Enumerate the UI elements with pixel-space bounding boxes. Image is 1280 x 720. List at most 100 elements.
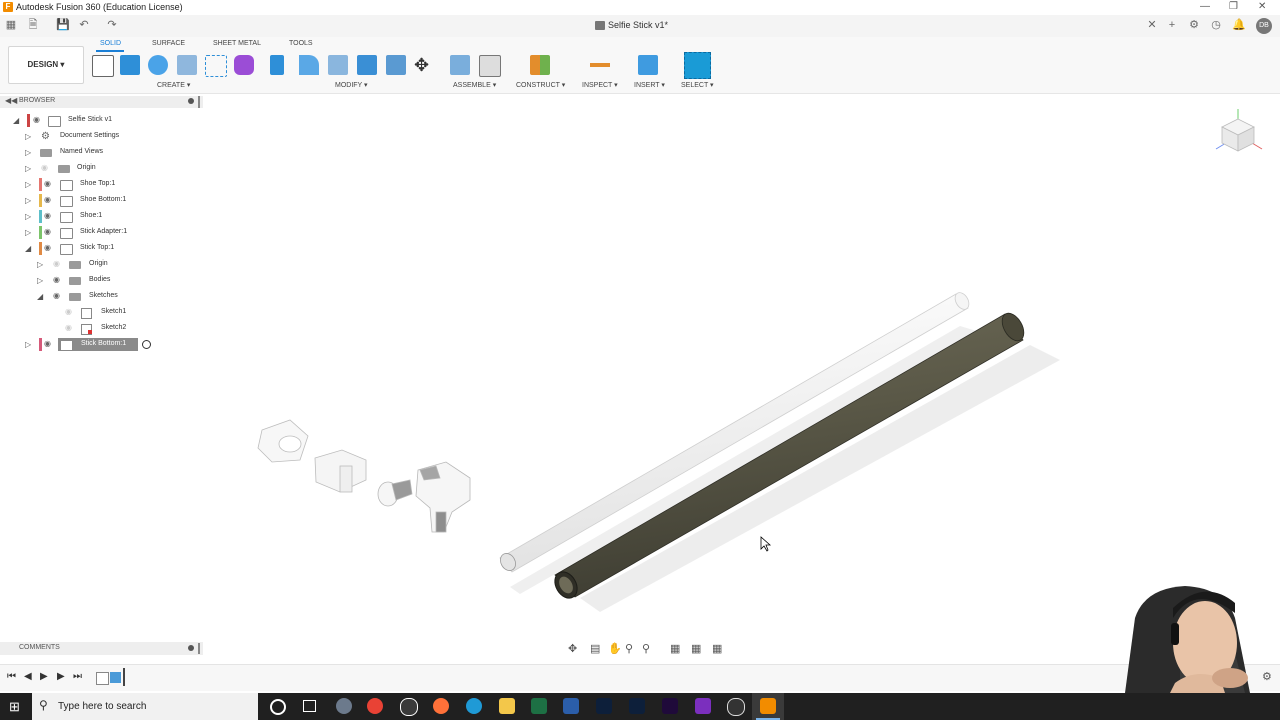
insert-image-icon[interactable] bbox=[638, 55, 658, 75]
streaming-app-icon[interactable] bbox=[695, 698, 711, 714]
expand-icon[interactable]: ▷ bbox=[25, 164, 31, 173]
task-view-icon[interactable] bbox=[303, 700, 316, 712]
hole-icon[interactable] bbox=[177, 55, 197, 75]
file-menu-icon[interactable]: 🗎 bbox=[27, 19, 39, 31]
create-menu[interactable]: CREATE ▾ bbox=[157, 81, 190, 89]
browser-item-stick-bottom[interactable]: ▷ ◉ Stick Bottom:1 bbox=[0, 337, 203, 353]
timeline-feature-extrude[interactable] bbox=[110, 672, 121, 683]
browser-item-shoe-bottom[interactable]: ▷ ◉ Shoe Bottom:1 bbox=[0, 193, 203, 209]
collapse-browser-icon[interactable]: ◀◀ bbox=[5, 96, 17, 105]
app-icon-1[interactable] bbox=[336, 698, 352, 714]
lightroom-classic-icon[interactable] bbox=[629, 698, 645, 714]
tab-solid[interactable]: SOLID bbox=[100, 40, 121, 47]
maps-icon[interactable] bbox=[400, 698, 418, 716]
browser-item-stick-adapter[interactable]: ▷ ◉ Stick Adapter:1 bbox=[0, 225, 203, 241]
shoe-part[interactable] bbox=[377, 479, 413, 507]
browser-item-origin-nested[interactable]: ▷ ◉ Origin bbox=[0, 257, 203, 273]
expand-icon[interactable]: ▷ bbox=[25, 132, 31, 141]
expand-icon[interactable]: ▷ bbox=[37, 276, 43, 285]
extrude-icon[interactable] bbox=[120, 55, 140, 75]
browser-item-sketch2[interactable]: ◉ Sketch2 bbox=[0, 321, 203, 337]
close-tab-icon[interactable]: ✕ bbox=[1146, 19, 1158, 31]
visibility-eye-icon[interactable]: ◉ bbox=[44, 212, 54, 220]
app-grid-icon[interactable]: ▦ bbox=[5, 19, 17, 31]
visibility-eye-icon[interactable]: ◉ bbox=[44, 340, 54, 348]
cortana-icon[interactable] bbox=[270, 699, 286, 715]
close-window-button[interactable]: ✕ bbox=[1258, 1, 1266, 12]
model-canvas[interactable] bbox=[205, 94, 1280, 639]
go-to-start-icon[interactable]: ⏮ bbox=[7, 671, 16, 682]
comments-resize-handle[interactable] bbox=[198, 643, 200, 654]
stick-adapter-part[interactable] bbox=[415, 461, 471, 533]
collapse-icon[interactable]: ◢ bbox=[25, 244, 31, 253]
look-at-icon[interactable]: ▤ bbox=[590, 642, 600, 655]
file-explorer-icon[interactable] bbox=[499, 698, 515, 714]
go-to-end-icon[interactable]: ⏭ bbox=[73, 671, 82, 682]
view-cube[interactable] bbox=[1212, 105, 1264, 157]
hidden-eye-icon[interactable]: ◉ bbox=[65, 324, 75, 332]
tab-tools[interactable]: TOOLS bbox=[289, 40, 313, 47]
hidden-eye-icon[interactable]: ◉ bbox=[65, 308, 75, 316]
orbit-icon[interactable]: ✥ bbox=[568, 642, 577, 655]
offset-plane-icon[interactable] bbox=[530, 55, 550, 75]
insert-menu[interactable]: INSERT ▾ bbox=[634, 81, 665, 89]
save-icon[interactable]: 💾 bbox=[56, 19, 70, 31]
chamfer-icon[interactable] bbox=[328, 55, 348, 75]
shoe-top-part[interactable] bbox=[257, 419, 309, 463]
visibility-eye-icon[interactable]: ◉ bbox=[33, 116, 43, 124]
step-forward-icon[interactable]: ▶ bbox=[57, 671, 65, 682]
zoom-icon[interactable]: ⚲ bbox=[625, 642, 633, 655]
firefox-icon[interactable] bbox=[433, 698, 449, 714]
user-avatar[interactable]: DB bbox=[1256, 18, 1272, 34]
expand-icon[interactable]: ▷ bbox=[25, 148, 31, 157]
shoe-bottom-part[interactable] bbox=[314, 449, 367, 493]
expand-icon[interactable]: ▷ bbox=[25, 196, 31, 205]
assemble-menu[interactable]: ASSEMBLE ▾ bbox=[453, 81, 496, 89]
visibility-eye-icon[interactable]: ◉ bbox=[44, 196, 54, 204]
browser-item-sketch1[interactable]: ◉ Sketch1 bbox=[0, 305, 203, 321]
obs-icon[interactable] bbox=[727, 698, 745, 716]
restore-button[interactable]: ❐ bbox=[1229, 1, 1238, 12]
grid-settings-icon[interactable]: ▦ bbox=[691, 642, 701, 655]
construct-menu[interactable]: CONSTRUCT ▾ bbox=[516, 81, 565, 89]
timeline-marker[interactable] bbox=[123, 668, 125, 686]
viewports-icon[interactable]: ▦ bbox=[712, 642, 722, 655]
tab-surface[interactable]: SURFACE bbox=[152, 40, 185, 47]
measure-icon[interactable] bbox=[590, 63, 610, 67]
redo-icon[interactable]: ↷ bbox=[106, 19, 118, 31]
windows-start-icon[interactable]: ⊞ bbox=[9, 699, 20, 715]
excel-icon[interactable] bbox=[531, 698, 547, 714]
extensions-icon[interactable]: ⚙ bbox=[1188, 19, 1200, 31]
expand-icon[interactable]: ▷ bbox=[37, 260, 43, 269]
play-icon[interactable]: ▶ bbox=[40, 671, 48, 682]
word-icon[interactable] bbox=[563, 698, 579, 714]
visibility-eye-icon[interactable]: ◉ bbox=[44, 244, 54, 252]
display-settings-icon[interactable]: ▦ bbox=[670, 642, 680, 655]
split-body-icon[interactable] bbox=[386, 55, 406, 75]
premiere-icon[interactable] bbox=[662, 698, 678, 714]
expand-icon[interactable]: ▷ bbox=[25, 180, 31, 189]
select-icon[interactable] bbox=[684, 52, 711, 79]
comments-pin-icon[interactable] bbox=[188, 645, 194, 651]
undo-icon[interactable]: ↶ bbox=[78, 19, 90, 31]
fillet-icon[interactable] bbox=[299, 55, 319, 75]
revolve-icon[interactable] bbox=[148, 55, 168, 75]
comments-panel[interactable]: COMMENTS bbox=[0, 642, 203, 655]
visibility-eye-icon[interactable]: ◉ bbox=[44, 228, 54, 236]
expand-icon[interactable]: ▷ bbox=[25, 228, 31, 237]
visibility-eye-icon[interactable]: ◉ bbox=[53, 276, 63, 284]
fusion-360-taskbar-icon[interactable] bbox=[760, 698, 776, 714]
new-component-icon[interactable] bbox=[450, 55, 470, 75]
minimize-button[interactable]: — bbox=[1200, 1, 1210, 12]
step-back-icon[interactable]: ◀ bbox=[24, 671, 32, 682]
browser-item-shoe-top[interactable]: ▷ ◉ Shoe Top:1 bbox=[0, 177, 203, 193]
inspect-menu[interactable]: INSPECT ▾ bbox=[582, 81, 618, 89]
new-tab-icon[interactable]: + bbox=[1166, 19, 1178, 31]
press-pull-icon[interactable] bbox=[270, 55, 284, 75]
create-form-icon[interactable] bbox=[234, 55, 254, 75]
timeline-feature-sketch[interactable] bbox=[96, 672, 109, 685]
browser-item-document-settings[interactable]: ▷ ⚙ Document Settings bbox=[0, 129, 203, 145]
modify-menu[interactable]: MODIFY ▾ bbox=[335, 81, 368, 89]
document-tab[interactable]: Selfie Stick v1* bbox=[608, 20, 668, 30]
tab-sheet-metal[interactable]: SHEET METAL bbox=[213, 40, 261, 47]
